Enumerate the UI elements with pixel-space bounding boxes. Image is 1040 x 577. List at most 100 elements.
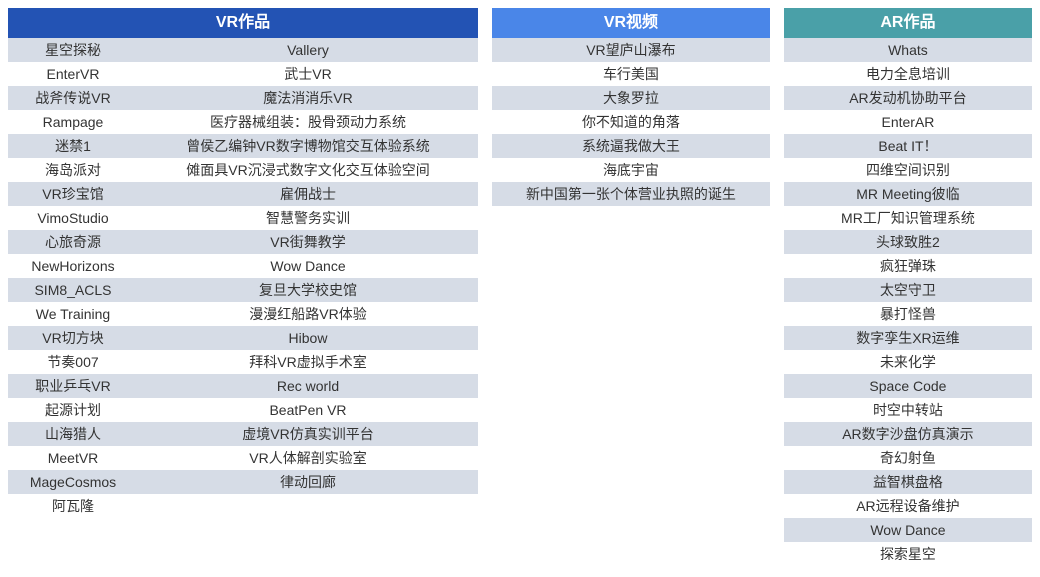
main-container: VR作品 星空探秘ValleryEnterVR武士VR战斧传说VR魔法消消乐VR… — [8, 8, 1032, 566]
vrworks-cell: VR人体解剖实验室 — [138, 446, 478, 470]
vrvideo-section: VR视频 VR望庐山瀑布车行美国大象罗拉你不知道的角落系统逼我做大王海底宇宙新中… — [492, 8, 770, 206]
vrworks-cell: 律动回廊 — [138, 470, 478, 494]
table-row: Whats — [784, 38, 1032, 62]
arworks-cell: AR发动机协助平台 — [784, 86, 1032, 110]
arworks-section: AR作品 Whats电力全息培训AR发动机协助平台EnterARBeat IT！… — [784, 8, 1032, 566]
table-row: 时空中转站 — [784, 398, 1032, 422]
vrvideo-cell: 海底宇宙 — [492, 158, 770, 182]
arworks-cell: AR数字沙盘仿真演示 — [784, 422, 1032, 446]
table-row: 益智棋盘格 — [784, 470, 1032, 494]
vrvideo-cell: 大象罗拉 — [492, 86, 770, 110]
table-row: 数字孪生XR运维 — [784, 326, 1032, 350]
vrworks-cell: 虚境VR仿真实训平台 — [138, 422, 478, 446]
vrworks-section: VR作品 星空探秘ValleryEnterVR武士VR战斧传说VR魔法消消乐VR… — [8, 8, 478, 518]
table-row: 未来化学 — [784, 350, 1032, 374]
vrvideo-cell: 系统逼我做大王 — [492, 134, 770, 158]
vrworks-cell: 曾侯乙编钟VR数字博物馆交互体验系统 — [138, 134, 478, 158]
table-row: AR数字沙盘仿真演示 — [784, 422, 1032, 446]
table-row: 节奏007拜科VR虚拟手术室 — [8, 350, 478, 374]
arworks-cell: 益智棋盘格 — [784, 470, 1032, 494]
table-row: MR Meeting彼临 — [784, 182, 1032, 206]
arworks-cell: Beat IT！ — [784, 134, 1032, 158]
table-row: 起源计划BeatPen VR — [8, 398, 478, 422]
vrworks-cell: Vallery — [138, 38, 478, 62]
vrworks-cell: 山海猎人 — [8, 422, 138, 446]
arworks-cell: Wow Dance — [784, 518, 1032, 542]
vrworks-cell: BeatPen VR — [138, 398, 478, 422]
table-row: VR切方块Hibow — [8, 326, 478, 350]
table-row: VR望庐山瀑布 — [492, 38, 770, 62]
vrworks-cell: We Training — [8, 302, 138, 326]
table-row: MageCosmos律动回廊 — [8, 470, 478, 494]
vrworks-body: 星空探秘ValleryEnterVR武士VR战斧传说VR魔法消消乐VRRampa… — [8, 38, 478, 518]
arworks-cell: MR工厂知识管理系统 — [784, 206, 1032, 230]
arworks-cell: 头球致胜2 — [784, 230, 1032, 254]
vrvideo-cell: 车行美国 — [492, 62, 770, 86]
table-row: Space Code — [784, 374, 1032, 398]
vrvideo-header: VR视频 — [492, 8, 770, 38]
vrworks-cell: Rampage — [8, 110, 138, 134]
vrworks-cell: 魔法消消乐VR — [138, 86, 478, 110]
vrworks-cell: 星空探秘 — [8, 38, 138, 62]
arworks-cell: 探索星空 — [784, 542, 1032, 566]
arworks-cell: 数字孪生XR运维 — [784, 326, 1032, 350]
arworks-cell: 太空守卫 — [784, 278, 1032, 302]
table-row: 疯狂弹珠 — [784, 254, 1032, 278]
table-row: 心旅奇源VR街舞教学 — [8, 230, 478, 254]
vrworks-cell: 迷禁1 — [8, 134, 138, 158]
table-row: 四维空间识别 — [784, 158, 1032, 182]
arworks-cell: MR Meeting彼临 — [784, 182, 1032, 206]
arworks-cell: 未来化学 — [784, 350, 1032, 374]
vrworks-cell: 拜科VR虚拟手术室 — [138, 350, 478, 374]
arworks-cell: 暴打怪兽 — [784, 302, 1032, 326]
vrworks-cell: 节奏007 — [8, 350, 138, 374]
table-row: 战斧传说VR魔法消消乐VR — [8, 86, 478, 110]
vrvideo-cell: 你不知道的角落 — [492, 110, 770, 134]
arworks-header: AR作品 — [784, 8, 1032, 38]
vrworks-cell: 海岛派对 — [8, 158, 138, 182]
vrworks-cell: SIM8_ACLS — [8, 278, 138, 302]
vrvideo-cell: 新中国第一张个体营业执照的诞生 — [492, 182, 770, 206]
table-row: EnterVR武士VR — [8, 62, 478, 86]
table-row: 系统逼我做大王 — [492, 134, 770, 158]
vrworks-cell: 阿瓦隆 — [8, 494, 138, 518]
table-row: 山海猎人虚境VR仿真实训平台 — [8, 422, 478, 446]
vrworks-cell: 复旦大学校史馆 — [138, 278, 478, 302]
table-row: VimoStudio智慧警务实训 — [8, 206, 478, 230]
vrworks-cell: 医疗器械组装：股骨颈动力系统 — [138, 110, 478, 134]
vrworks-cell — [138, 494, 478, 518]
table-row: We Training漫漫红船路VR体验 — [8, 302, 478, 326]
table-row: 暴打怪兽 — [784, 302, 1032, 326]
table-row: 迷禁1曾侯乙编钟VR数字博物馆交互体验系统 — [8, 134, 478, 158]
table-row: 探索星空 — [784, 542, 1032, 566]
vrworks-cell: VimoStudio — [8, 206, 138, 230]
vrworks-cell: Wow Dance — [138, 254, 478, 278]
table-row: AR发动机协助平台 — [784, 86, 1032, 110]
table-row: 头球致胜2 — [784, 230, 1032, 254]
vrworks-cell: 心旅奇源 — [8, 230, 138, 254]
vrworks-cell: Hibow — [138, 326, 478, 350]
vrvideo-cell: VR望庐山瀑布 — [492, 38, 770, 62]
vrworks-cell: 职业乒乓VR — [8, 374, 138, 398]
table-row: VR珍宝馆雇佣战士 — [8, 182, 478, 206]
table-row: 阿瓦隆 — [8, 494, 478, 518]
table-row: 大象罗拉 — [492, 86, 770, 110]
table-row: NewHorizonsWow Dance — [8, 254, 478, 278]
vrworks-cell: 智慧警务实训 — [138, 206, 478, 230]
table-row: 新中国第一张个体营业执照的诞生 — [492, 182, 770, 206]
vrworks-cell: 漫漫红船路VR体验 — [138, 302, 478, 326]
table-row: Rampage医疗器械组装：股骨颈动力系统 — [8, 110, 478, 134]
table-row: 太空守卫 — [784, 278, 1032, 302]
arworks-cell: Whats — [784, 38, 1032, 62]
table-row: MR工厂知识管理系统 — [784, 206, 1032, 230]
table-row: 车行美国 — [492, 62, 770, 86]
arworks-cell: 电力全息培训 — [784, 62, 1032, 86]
vrworks-cell: 起源计划 — [8, 398, 138, 422]
table-row: EnterAR — [784, 110, 1032, 134]
table-row: Beat IT！ — [784, 134, 1032, 158]
table-row: 海底宇宙 — [492, 158, 770, 182]
vrworks-cell: Rec world — [138, 374, 478, 398]
vrworks-cell: 战斧传说VR — [8, 86, 138, 110]
vrworks-cell: NewHorizons — [8, 254, 138, 278]
vrworks-cell: 雇佣战士 — [138, 182, 478, 206]
